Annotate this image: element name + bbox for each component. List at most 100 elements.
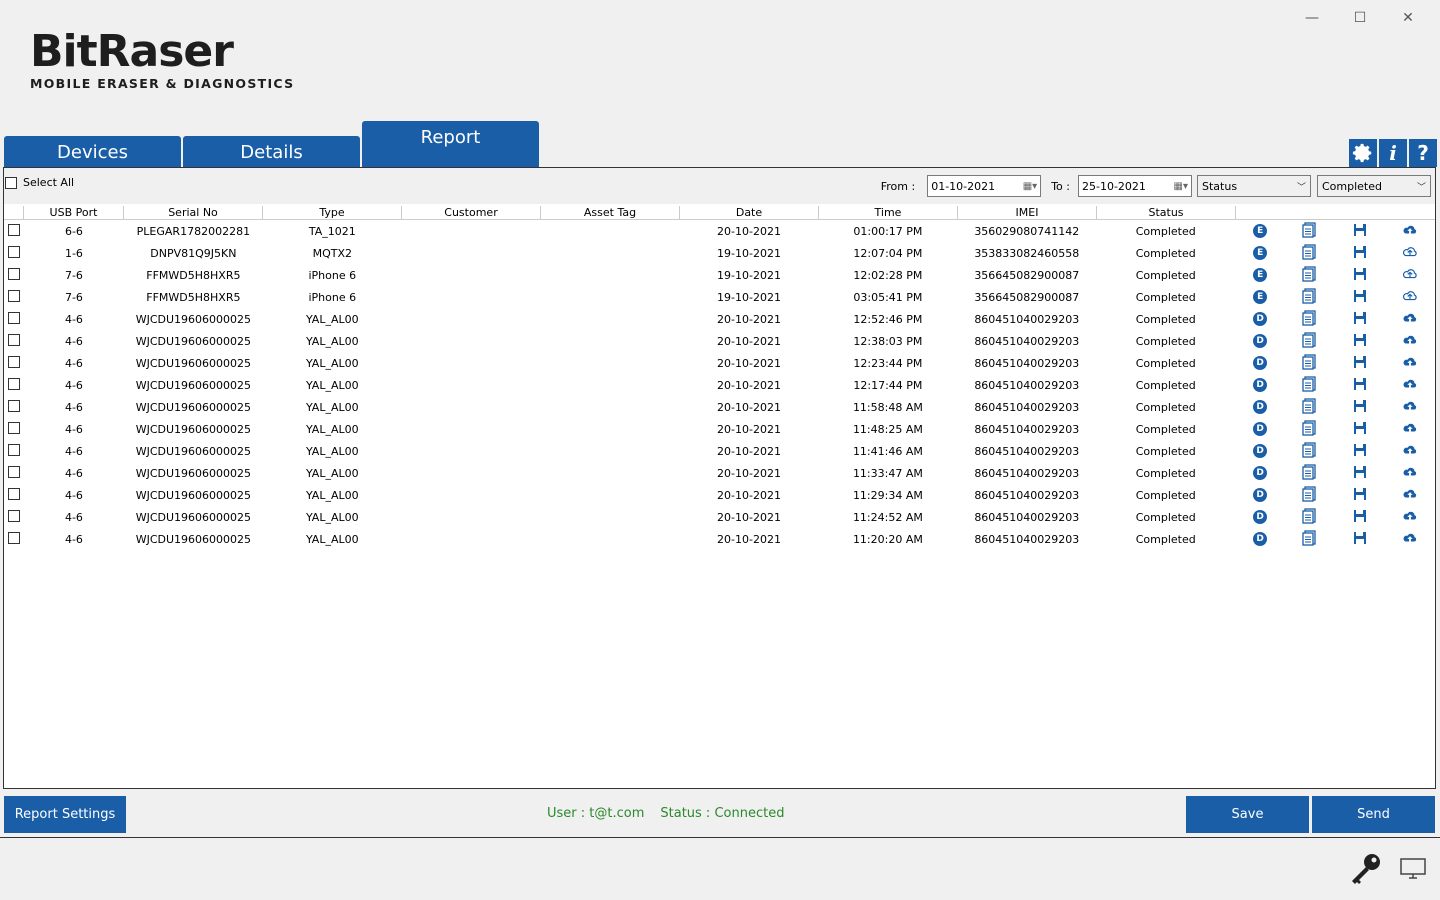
row-checkbox[interactable] bbox=[8, 399, 20, 412]
upload-cloud-icon[interactable] bbox=[1402, 442, 1418, 461]
row-checkbox[interactable] bbox=[8, 531, 20, 544]
row-checkbox[interactable] bbox=[8, 333, 20, 346]
maximize-icon[interactable]: ☐ bbox=[1336, 6, 1384, 30]
monitor-icon[interactable] bbox=[1400, 858, 1426, 883]
table-row[interactable]: 4-6 WJCDU19606000025 YAL_AL00 20-10-2021 11:… bbox=[4, 462, 1435, 484]
table-row[interactable]: 4-6 WJCDU19606000025 YAL_AL00 20-10-2021 12:… bbox=[4, 330, 1435, 352]
col-date[interactable]: Date bbox=[680, 206, 819, 219]
view-report-icon[interactable] bbox=[1302, 243, 1318, 263]
table-row[interactable]: 4-6 WJCDU19606000025 YAL_AL00 20-10-2021 11:… bbox=[4, 484, 1435, 506]
table-row[interactable]: 7-6 FFMWD5H8HXR5 iPhone 6 19-10-2021 12:02:2… bbox=[4, 264, 1435, 286]
save-report-icon[interactable] bbox=[1352, 398, 1368, 417]
row-checkbox[interactable] bbox=[8, 311, 20, 324]
col-time[interactable]: Time bbox=[819, 206, 958, 219]
view-report-icon[interactable] bbox=[1302, 221, 1318, 241]
col-usb-port[interactable]: USB Port bbox=[24, 206, 124, 219]
row-checkbox[interactable] bbox=[8, 421, 20, 434]
help-icon[interactable]: ? bbox=[1409, 139, 1437, 167]
upload-cloud-icon[interactable] bbox=[1402, 310, 1418, 329]
save-report-icon[interactable] bbox=[1352, 244, 1368, 263]
upload-cloud-icon[interactable] bbox=[1402, 530, 1418, 549]
upload-cloud-icon[interactable] bbox=[1402, 376, 1418, 395]
table-row[interactable]: 4-6 WJCDU19606000025 YAL_AL00 20-10-2021 11:… bbox=[4, 418, 1435, 440]
upload-cloud-icon[interactable] bbox=[1402, 464, 1418, 483]
send-button[interactable]: Send bbox=[1312, 796, 1435, 833]
save-report-icon[interactable] bbox=[1352, 266, 1368, 285]
upload-cloud-icon[interactable] bbox=[1402, 266, 1418, 285]
upload-cloud-icon[interactable] bbox=[1402, 420, 1418, 439]
table-row[interactable]: 4-6 WJCDU19606000025 YAL_AL00 20-10-2021 12:… bbox=[4, 374, 1435, 396]
save-report-icon[interactable] bbox=[1352, 354, 1368, 373]
save-report-icon[interactable] bbox=[1352, 464, 1368, 483]
tab-report[interactable]: Report bbox=[362, 121, 539, 168]
view-report-icon[interactable] bbox=[1302, 529, 1318, 549]
report-type-badge-icon[interactable]: D bbox=[1253, 532, 1268, 546]
row-checkbox[interactable] bbox=[8, 509, 20, 522]
table-row[interactable]: 6-6 PLEGAR1782002281 TA_1021 20-10-2021 01:0… bbox=[4, 220, 1435, 242]
tab-devices[interactable]: Devices bbox=[4, 136, 181, 168]
row-checkbox[interactable] bbox=[8, 487, 20, 500]
view-report-icon[interactable] bbox=[1302, 353, 1318, 373]
col-asset-tag[interactable]: Asset Tag bbox=[541, 206, 680, 219]
report-type-badge-icon[interactable]: D bbox=[1253, 444, 1268, 458]
table-row[interactable]: 4-6 WJCDU19606000025 YAL_AL00 20-10-2021 11:… bbox=[4, 396, 1435, 418]
row-checkbox[interactable] bbox=[8, 245, 20, 258]
row-checkbox[interactable] bbox=[8, 289, 20, 302]
view-report-icon[interactable] bbox=[1302, 463, 1318, 483]
view-report-icon[interactable] bbox=[1302, 419, 1318, 439]
view-report-icon[interactable] bbox=[1302, 265, 1318, 285]
row-checkbox[interactable] bbox=[8, 355, 20, 368]
report-type-badge-icon[interactable]: D bbox=[1253, 510, 1268, 524]
upload-cloud-icon[interactable] bbox=[1402, 222, 1418, 241]
from-date-picker[interactable]: 01-10-2021 ▦▾ bbox=[927, 175, 1042, 197]
save-report-icon[interactable] bbox=[1352, 420, 1368, 439]
report-type-badge-icon[interactable]: E bbox=[1253, 290, 1268, 304]
close-icon[interactable]: ✕ bbox=[1384, 6, 1432, 30]
view-report-icon[interactable] bbox=[1302, 287, 1318, 307]
report-type-badge-icon[interactable]: D bbox=[1253, 466, 1268, 480]
view-report-icon[interactable] bbox=[1302, 309, 1318, 329]
row-checkbox[interactable] bbox=[8, 267, 20, 280]
upload-cloud-icon[interactable] bbox=[1402, 288, 1418, 307]
report-type-badge-icon[interactable]: D bbox=[1253, 356, 1268, 370]
row-checkbox[interactable] bbox=[8, 465, 20, 478]
info-icon[interactable]: i bbox=[1379, 139, 1407, 167]
view-report-icon[interactable] bbox=[1302, 485, 1318, 505]
save-report-icon[interactable] bbox=[1352, 288, 1368, 307]
col-status[interactable]: Status bbox=[1097, 206, 1236, 219]
report-type-badge-icon[interactable]: D bbox=[1253, 378, 1268, 392]
row-checkbox[interactable] bbox=[8, 443, 20, 456]
upload-cloud-icon[interactable] bbox=[1402, 332, 1418, 351]
report-type-badge-icon[interactable]: D bbox=[1253, 488, 1268, 502]
tab-details[interactable]: Details bbox=[183, 136, 360, 168]
save-report-icon[interactable] bbox=[1352, 486, 1368, 505]
table-row[interactable]: 1-6 DNPV81Q9J5KN MQTX2 19-10-2021 12:07:04 P… bbox=[4, 242, 1435, 264]
row-checkbox[interactable] bbox=[8, 377, 20, 390]
calendar-dropdown-icon[interactable]: ▦▾ bbox=[1023, 181, 1037, 192]
col-customer[interactable]: Customer bbox=[402, 206, 541, 219]
save-button[interactable]: Save bbox=[1186, 796, 1309, 833]
status-field-select[interactable]: Status ﹀ bbox=[1197, 175, 1311, 197]
col-type[interactable]: Type bbox=[263, 206, 402, 219]
report-type-badge-icon[interactable]: D bbox=[1253, 422, 1268, 436]
view-report-icon[interactable] bbox=[1302, 507, 1318, 527]
select-all[interactable]: Select All bbox=[5, 176, 74, 189]
table-row[interactable]: 4-6 WJCDU19606000025 YAL_AL00 20-10-2021 12:… bbox=[4, 308, 1435, 330]
upload-cloud-icon[interactable] bbox=[1402, 354, 1418, 373]
report-type-badge-icon[interactable]: D bbox=[1253, 334, 1268, 348]
upload-cloud-icon[interactable] bbox=[1402, 244, 1418, 263]
report-type-badge-icon[interactable]: E bbox=[1253, 224, 1268, 238]
view-report-icon[interactable] bbox=[1302, 331, 1318, 351]
save-report-icon[interactable] bbox=[1352, 310, 1368, 329]
save-report-icon[interactable] bbox=[1352, 508, 1368, 527]
report-settings-button[interactable]: Report Settings bbox=[4, 796, 126, 833]
table-row[interactable]: 4-6 WJCDU19606000025 YAL_AL00 20-10-2021 11:… bbox=[4, 528, 1435, 550]
calendar-dropdown-icon[interactable]: ▦▾ bbox=[1174, 181, 1188, 192]
save-report-icon[interactable] bbox=[1352, 442, 1368, 461]
table-row[interactable]: 4-6 WJCDU19606000025 YAL_AL00 20-10-2021 12:… bbox=[4, 352, 1435, 374]
save-report-icon[interactable] bbox=[1352, 222, 1368, 241]
select-all-checkbox[interactable] bbox=[5, 176, 17, 189]
upload-cloud-icon[interactable] bbox=[1402, 398, 1418, 417]
row-checkbox[interactable] bbox=[8, 223, 20, 236]
license-key-icon[interactable] bbox=[1348, 852, 1382, 889]
